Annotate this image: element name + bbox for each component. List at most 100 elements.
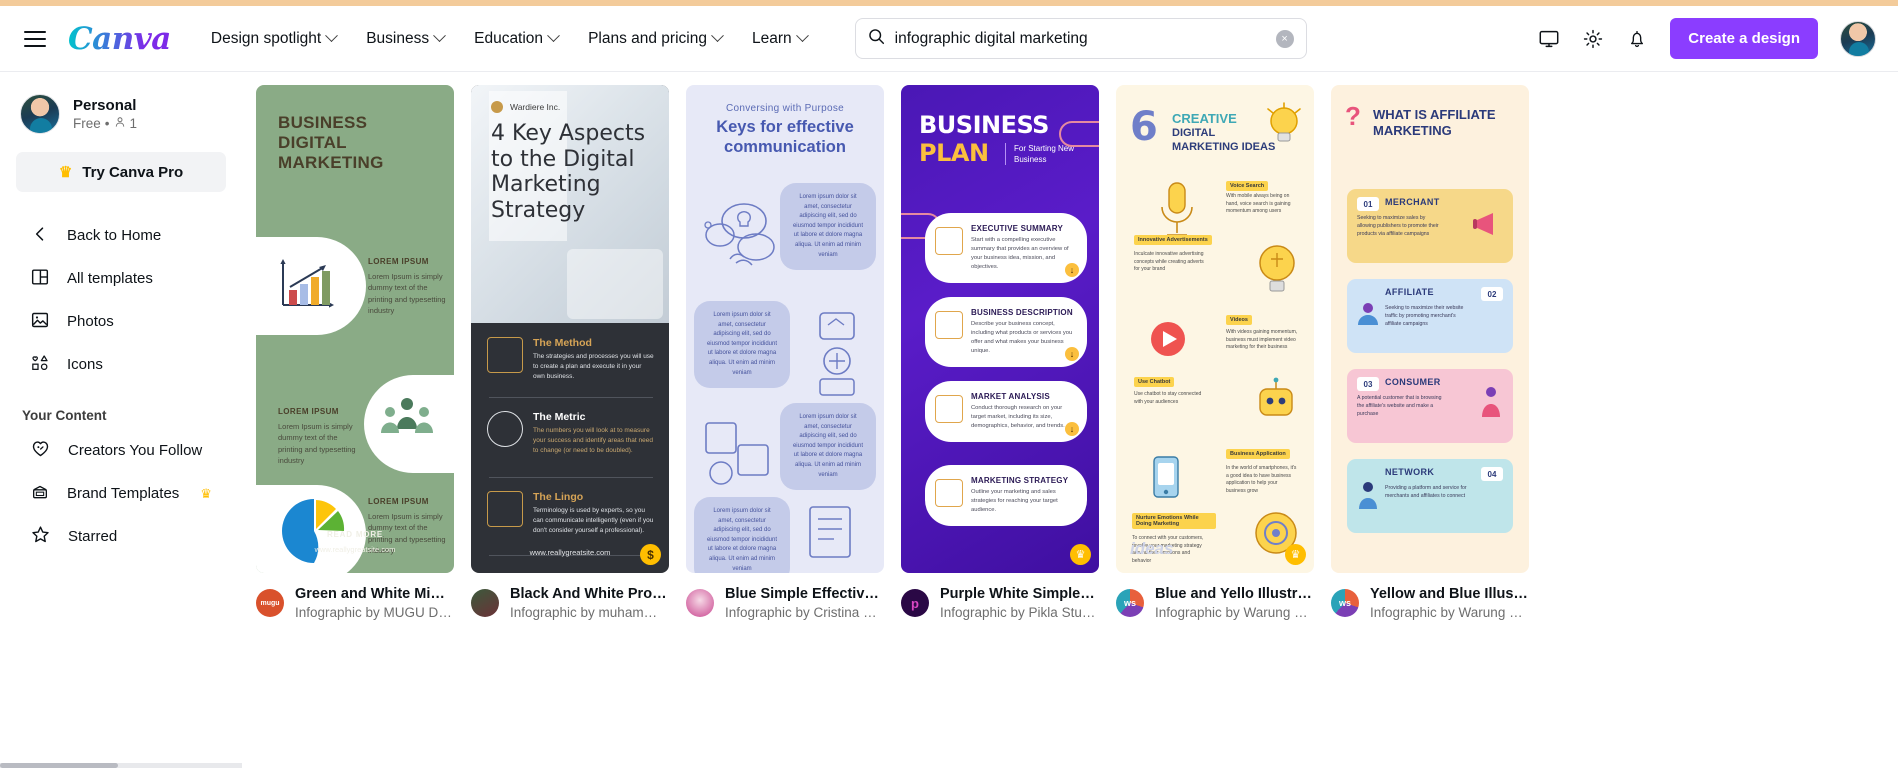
thumb-section: MARKET ANALYSIS Conduct thorough researc… [925,381,1087,442]
megaphone-icon [1473,213,1493,235]
nav-label: Design spotlight [210,29,322,47]
sidebar-item-brand-templates[interactable]: Brand Templates ♛ [0,472,242,515]
chevron-down-icon [547,29,560,43]
thumb-kicker: Conversing with Purpose [725,103,845,114]
idea-bubble-icon [704,203,775,266]
sidebar-item-back-to-home[interactable]: Back to Home [0,214,242,257]
section-body: Describe your business concept, includin… [971,321,1073,354]
try-canva-pro-button[interactable]: ♛ Try Canva Pro [16,152,226,192]
member-count: 1 [129,116,138,131]
hamburger-icon[interactable] [24,30,46,47]
heading-line: DIGITAL [278,133,347,153]
person-icon [114,116,126,131]
nav-item-education[interactable]: Education [474,29,560,48]
text-bubble: Lorem ipsum dolor sit amet, consectetur … [694,497,790,573]
star-icon [30,524,51,549]
template-thumbnail[interactable]: ? WHAT IS AFFILIATE MARKETING 01 MERCHAN… [1331,85,1529,573]
sidebar-item-starred[interactable]: Starred [0,515,242,558]
section-body: Outline your marketing and sales strateg… [971,489,1058,513]
nav-label: Learn [751,29,792,47]
author-avatar[interactable] [686,589,714,617]
thumb-title-line1: BUSINESS [919,111,1049,139]
template-card[interactable]: 6 CREATIVE DIGITAL MARKETING IDEAS Voice… [1116,85,1314,620]
item-name: CONSUMER [1385,377,1441,387]
bell-icon[interactable] [1626,28,1648,50]
author-avatar[interactable] [471,589,499,617]
section-heading: The Lingo [533,491,584,503]
item-number: 04 [1481,467,1503,481]
sidebar-item-photos[interactable]: Photos [0,300,242,343]
card-author: Infographic by MUGU DESI… [295,605,453,620]
footer-cta: READ MORE [326,530,384,539]
text-bubble: Lorem ipsum dolor sit amet, consectetur … [780,403,876,491]
premium-badge: ♛ [1285,544,1306,565]
nav-item-design-spotlight[interactable]: Design spotlight [210,29,339,48]
avatar-initials: ws [1338,598,1351,608]
search-bar[interactable]: × [854,18,1307,59]
item-tag: Videos [1226,315,1252,325]
nav-item-business[interactable]: Business [366,29,446,48]
sidebar-scrollbar[interactable] [0,763,242,768]
item-name: AFFILIATE [1385,287,1434,297]
gear-icon[interactable] [1582,28,1604,50]
author-avatar[interactable]: p [901,589,929,617]
network-person-icon [1359,482,1377,509]
people-group-icon [381,398,433,433]
template-thumbnail[interactable]: Conversing with Purpose Keys for effecti… [686,85,884,573]
chevron-down-icon [795,29,809,43]
sidebar-item-icons[interactable]: Icons [0,343,242,386]
template-thumbnail[interactable]: BUSINESS PLAN For Starting New Business … [901,85,1099,573]
canva-logo[interactable]: Canva [68,21,171,57]
card-meta: ws Yellow and Blue Illustra… Infographic… [1331,586,1529,620]
thumb-section: MARKETING STRATEGY Outline your marketin… [925,465,1087,526]
try-canva-pro-label: Try Canva Pro [82,163,184,181]
section-body: Start with a compelling executive summar… [971,237,1069,270]
card-title: Yellow and Blue Illustra… [1370,586,1528,602]
sidebar-item-creators-you-follow[interactable]: Creators You Follow [0,429,242,472]
card-meta: p Purple White Simple B… Infographic by … [901,586,1099,620]
user-avatar[interactable] [1840,20,1876,57]
section-label: LOREM IPSUM [368,497,429,506]
search-icon [868,28,885,50]
clear-search-icon[interactable]: × [1275,29,1294,48]
template-card[interactable]: ? WHAT IS AFFILIATE MARKETING 01 MERCHAN… [1331,85,1529,620]
template-card[interactable]: Conversing with Purpose Keys for effecti… [686,85,884,620]
item-number: 03 [1357,377,1379,391]
template-card[interactable]: BUSINESS PLAN For Starting New Business … [901,85,1099,620]
nav-item-plans-and-pricing[interactable]: Plans and pricing [588,29,724,48]
brand-label: Wardiere Inc. [510,102,561,112]
separator: • [104,116,110,131]
template-card[interactable]: Wardiere Inc. 4 Key Aspects to the Digit… [471,85,669,620]
nav-item-learn[interactable]: Learn [751,29,809,48]
section-body: Terminology is used by experts, so you c… [533,507,654,535]
card-meta: ws Blue and Yello Illustrati… Infographi… [1116,586,1314,620]
sidebar-profile[interactable]: Personal Free • 1 [0,88,242,134]
item-tag: Innovative Advertisements [1134,235,1212,245]
author-avatar[interactable]: mugu [256,589,284,617]
shapes-icon [30,353,50,377]
template-card[interactable]: BUSINESS DIGITAL MARKETING LOREM IPSUM L… [256,85,454,620]
author-avatar[interactable]: ws [1116,589,1144,617]
plan-label: Free [73,116,101,131]
template-thumbnail[interactable]: Wardiere Inc. 4 Key Aspects to the Digit… [471,85,669,573]
sidebar-item-all-templates[interactable]: All templates [0,257,242,300]
summary-icon [935,227,963,255]
avatar-initials: p [911,595,919,611]
sidebar-section-label: Your Content [22,408,107,423]
chevron-down-icon [325,29,339,43]
template-thumbnail[interactable]: BUSINESS DIGITAL MARKETING LOREM IPSUM L… [256,85,454,573]
strategy-icon [935,479,963,507]
card-meta: mugu Green and White Minim… Infographic … [256,586,454,620]
monitor-icon[interactable] [1538,28,1560,50]
section-heading: BUSINESS DESCRIPTION [971,308,1073,317]
section-heading: MARKET ANALYSIS [971,392,1050,401]
microphone-icon [1161,182,1193,236]
search-input[interactable] [894,29,1276,48]
template-thumbnail[interactable]: 6 CREATIVE DIGITAL MARKETING IDEAS Voice… [1116,85,1314,573]
card-author: Infographic by Warung Sila [1155,605,1313,620]
section-body: Lorem Ipsum is simply dummy text of the … [368,272,446,315]
section-heading: EXECUTIVE SUMMARY [971,224,1064,233]
author-avatar[interactable]: ws [1331,589,1359,617]
megaphone-icon [487,491,523,527]
create-a-design-button[interactable]: Create a design [1670,18,1818,59]
